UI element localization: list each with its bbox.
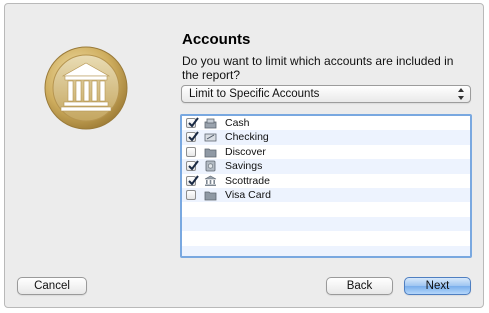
account-label: Discover	[225, 145, 266, 158]
account-label: Cash	[225, 117, 250, 129]
checkmark-icon	[188, 131, 199, 142]
account-checkbox[interactable]	[186, 189, 196, 200]
list-item[interactable]: Cash	[182, 116, 470, 130]
folder-icon	[204, 191, 217, 201]
account-label: Visa Card	[225, 188, 271, 201]
bank-logo-icon	[44, 46, 128, 130]
account-checkbox[interactable]	[186, 117, 199, 128]
select-arrows-icon	[458, 88, 464, 100]
empty-row	[182, 216, 470, 232]
account-label: Scottrade	[225, 174, 270, 187]
page-title: Accounts	[182, 31, 251, 48]
account-filter-value: Limit to Specific Accounts	[189, 88, 320, 100]
list-item[interactable]: Discover	[182, 145, 470, 159]
list-item[interactable]: Checking	[182, 130, 470, 145]
empty-row	[182, 245, 470, 256]
list-item[interactable]: Visa Card	[182, 187, 470, 203]
folder-icon	[204, 148, 217, 158]
list-item[interactable]: Scottrade	[182, 174, 470, 188]
checkbook-icon	[204, 133, 217, 142]
empty-row	[182, 202, 470, 216]
account-checkbox[interactable]	[186, 146, 196, 157]
back-button[interactable]: Back	[326, 277, 393, 295]
bank-icon	[204, 175, 217, 186]
piggybank-icon	[205, 160, 216, 172]
checkmark-icon	[188, 117, 199, 128]
account-checkbox[interactable]	[186, 174, 199, 186]
list-item[interactable]: Savings	[182, 159, 470, 174]
account-label: Checking	[225, 131, 269, 144]
question-text: Do you want to limit which accounts are …	[182, 54, 454, 82]
account-checkbox[interactable]	[186, 131, 199, 143]
accounts-list[interactable]: Cash Checking Discover Savings Scottrade…	[180, 114, 472, 258]
checkmark-icon	[188, 160, 199, 171]
account-checkbox[interactable]	[186, 160, 199, 172]
checkmark-icon	[188, 174, 199, 186]
account-filter-select[interactable]: Limit to Specific Accounts	[181, 85, 471, 103]
cancel-button[interactable]: Cancel	[17, 277, 87, 295]
cash-icon	[204, 118, 217, 129]
account-label: Savings	[225, 160, 263, 173]
empty-row	[182, 231, 470, 245]
next-button[interactable]: Next	[404, 277, 471, 295]
